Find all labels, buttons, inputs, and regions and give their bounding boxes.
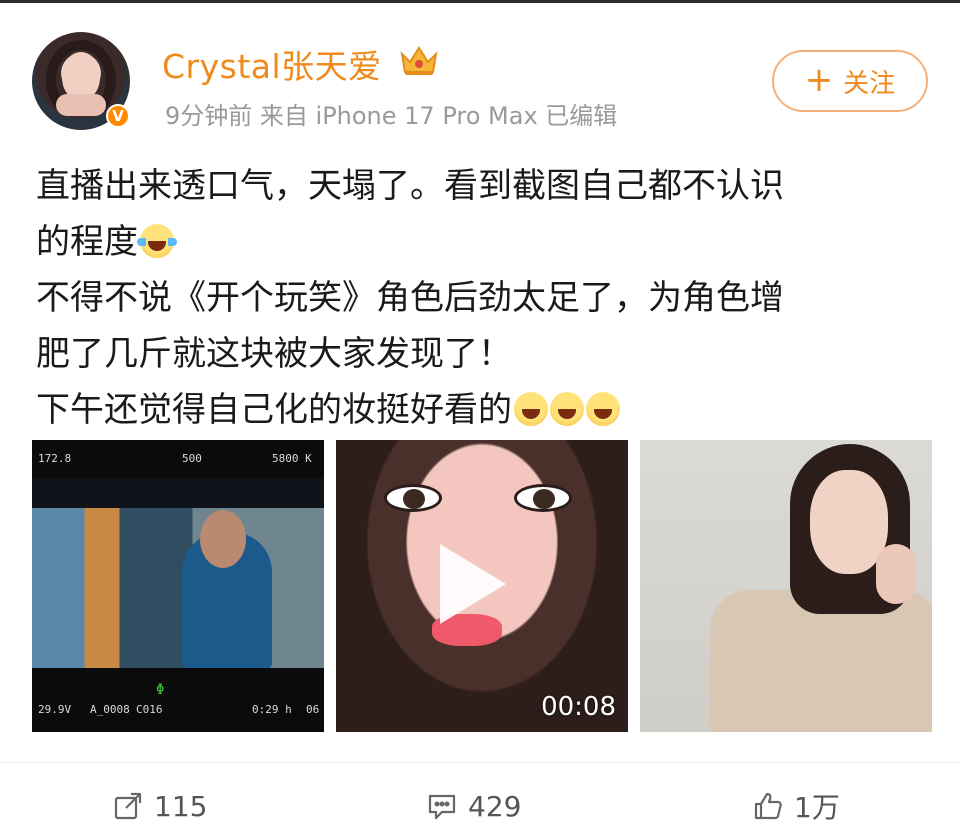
- post-text: 直播出来透口气，天塌了。看到截图自己都不认识 的程度 不得不说《开个玩笑》角色后…: [36, 158, 936, 438]
- like-count: 1万: [794, 791, 840, 824]
- avatar-face: [62, 52, 100, 100]
- monitor-bottom-bar: Φ 29.9V A_0008 C016 0:29 h 06: [32, 668, 324, 732]
- post-text-line: 不得不说《开个玩笑》角色后劲太足了，为角色增: [36, 278, 784, 318]
- laugh-cry-emoji-icon: [137, 224, 177, 258]
- post-text-line: 下午还觉得自己化的妆挺好看的: [36, 382, 936, 438]
- plus-icon: +: [804, 59, 834, 100]
- media-image-3[interactable]: [640, 440, 932, 732]
- comment-icon: [428, 794, 456, 820]
- monitor-label: 5800 K: [272, 452, 312, 465]
- grin-emoji-icon: [550, 392, 584, 426]
- video-duration: 00:08: [541, 692, 616, 722]
- phi-icon: Φ: [156, 682, 165, 698]
- monitor-top-bar: 172.8 500 5800 K: [32, 440, 324, 478]
- crown-icon: [400, 46, 438, 75]
- verified-badge-icon: V: [106, 104, 130, 128]
- repost-icon: [114, 792, 142, 820]
- post-text-line: 的程度: [36, 214, 936, 270]
- monitor-label: A_0008: [90, 703, 130, 716]
- media-image-1[interactable]: 172.8 500 5800 K Φ 29.9V A_0008 C016 0:2…: [32, 440, 324, 732]
- thumbs-up-icon: [754, 792, 782, 820]
- repost-button[interactable]: 115: [112, 786, 207, 826]
- like-button[interactable]: 1万: [752, 786, 840, 826]
- comment-count: 429: [468, 789, 522, 823]
- monitor-label: 06: [306, 703, 320, 716]
- monitor-label: 29.9V: [38, 703, 72, 716]
- play-icon[interactable]: [440, 544, 506, 624]
- monitor-label: C016: [136, 703, 163, 716]
- monitor-scene: [32, 508, 324, 668]
- thumbnail-eye: [384, 484, 442, 512]
- footer-divider: [0, 762, 960, 763]
- author-name[interactable]: Crystal张天爱: [162, 40, 382, 88]
- comment-button[interactable]: 429: [426, 786, 521, 826]
- follow-label: 关注: [843, 68, 896, 99]
- monitor-label: 500: [182, 452, 202, 465]
- top-edge-line: [0, 0, 960, 3]
- media-video[interactable]: 00:08: [336, 440, 628, 732]
- repost-count: 115: [154, 789, 208, 823]
- actress-head: [200, 510, 246, 568]
- monitor-label: 0:29 h: [252, 703, 292, 716]
- post-text-line: 直播出来透口气，天塌了。看到截图自己都不认识: [36, 166, 784, 206]
- post-meta: 9分钟前 来自 iPhone 17 Pro Max 已编辑: [165, 102, 618, 130]
- grin-emoji-icon: [586, 392, 620, 426]
- grin-emoji-icon: [514, 392, 548, 426]
- photo-hand: [876, 544, 916, 604]
- monitor-label: 172.8: [38, 452, 72, 465]
- avatar-hands: [56, 94, 106, 116]
- post-text-line: 肥了几斤就这块被大家发现了！: [36, 334, 512, 374]
- thumbnail-eye: [514, 484, 572, 512]
- follow-button[interactable]: + 关注: [772, 50, 928, 112]
